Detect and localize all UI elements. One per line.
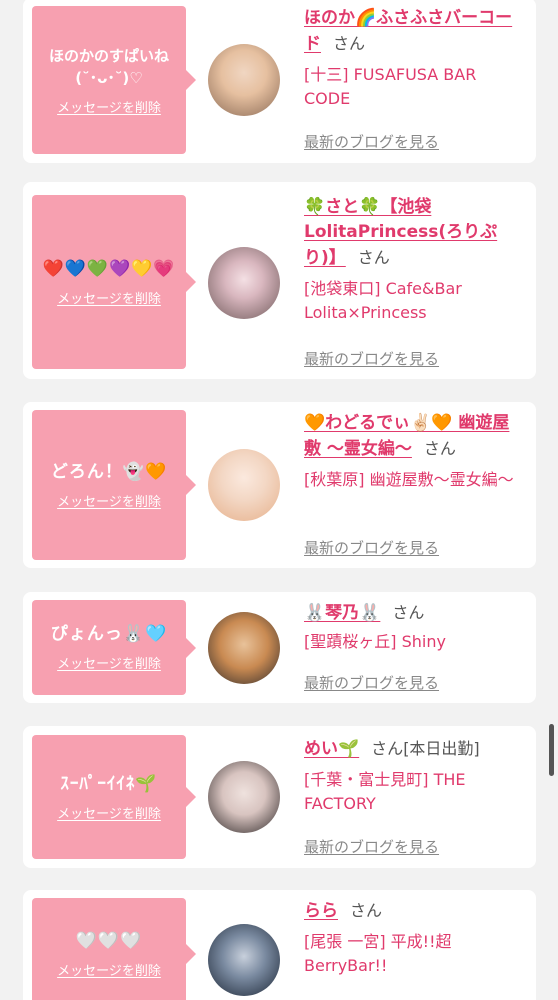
favorite-card: ぴょんっ🐰🩵 メッセージを削除 🐰琴乃🐰 さん [聖蹟桜ヶ丘] Shiny 最新の… xyxy=(23,592,536,703)
name-line: 🧡わどるでぃ✌🏻🧡 幽遊屋敷 〜霊女編〜 さん xyxy=(304,411,526,462)
message-text: どろん！👻🧡 xyxy=(50,461,168,482)
shop-name: [尾張 一宮] 平成!!超BerryBar!! xyxy=(304,932,452,975)
latest-blog-link[interactable]: 最新のブログを見る xyxy=(304,131,439,152)
delete-message-link[interactable]: メッセージを削除 xyxy=(57,491,161,510)
message-bubble: どろん！👻🧡 メッセージを削除 xyxy=(32,410,196,560)
delete-message-link[interactable]: メッセージを削除 xyxy=(57,288,161,307)
honorific: さん xyxy=(333,34,366,53)
honorific: さん xyxy=(357,248,390,267)
favorite-list: ほのかのすぱいね (˘･ᴗ･˘)♡ メッセージを削除 ほのか🌈ふさふさバーコード… xyxy=(0,0,558,1000)
message-bubble: ほのかのすぱいね (˘･ᴗ･˘)♡ メッセージを削除 xyxy=(32,6,196,154)
delete-message-link[interactable]: メッセージを削除 xyxy=(57,97,161,116)
message-text: 🤍🤍🤍 xyxy=(75,930,143,951)
latest-blog-link[interactable]: 最新のブログを見る xyxy=(304,672,439,693)
avatar[interactable] xyxy=(208,612,280,684)
favorite-card: ほのかのすぱいね (˘･ᴗ･˘)♡ メッセージを削除 ほのか🌈ふさふさバーコード… xyxy=(23,0,536,163)
shop-name: [秋葉原] 幽遊屋敷〜霊女編〜 xyxy=(304,470,514,489)
honorific: さん xyxy=(371,739,404,758)
latest-blog-link[interactable]: 最新のブログを見る xyxy=(304,537,439,558)
message-bubble: ｽｰﾊﾟｰｲｲﾈ🌱 メッセージを削除 xyxy=(32,735,196,859)
honorific: さん xyxy=(350,901,383,920)
status-badge: [本日出勤] xyxy=(403,739,480,758)
latest-blog-link[interactable]: 最新のブログを見る xyxy=(304,348,439,369)
cast-name-link[interactable]: 🍀さと🍀【池袋LolitaPrincess(ろりぷり)】 xyxy=(304,197,497,268)
avatar[interactable] xyxy=(208,924,280,996)
latest-blog-link[interactable]: 最新のブログを見る xyxy=(304,836,439,857)
cast-info: 🧡わどるでぃ✌🏻🧡 幽遊屋敷 〜霊女編〜 さん [秋葉原] 幽遊屋敷〜霊女編〜 xyxy=(304,411,526,492)
cast-info: 🐰琴乃🐰 さん [聖蹟桜ヶ丘] Shiny xyxy=(304,600,526,654)
name-line: 🍀さと🍀【池袋LolitaPrincess(ろりぷり)】 さん xyxy=(304,195,526,271)
cast-info: めい🌱 さん[本日出勤] [千葉・富士見町] THE FACTORY xyxy=(304,736,526,816)
delete-message-link[interactable]: メッセージを削除 xyxy=(57,803,161,822)
name-line: めい🌱 さん[本日出勤] xyxy=(304,736,526,762)
message-bubble: 🤍🤍🤍 メッセージを削除 xyxy=(32,898,196,1000)
shop-name: [十三] FUSAFUSA BAR CODE xyxy=(304,65,477,108)
shop-name: [池袋東口] Cafe&Bar Lolita×Princess xyxy=(304,279,462,322)
message-text: ｽｰﾊﾟｰｲｲﾈ🌱 xyxy=(60,773,158,794)
delete-message-link[interactable]: メッセージを削除 xyxy=(57,960,161,979)
cast-name-link[interactable]: 🧡わどるでぃ✌🏻🧡 幽遊屋敷 〜霊女編〜 xyxy=(304,413,509,459)
name-line: 🐰琴乃🐰 さん xyxy=(304,600,526,626)
message-text: ほのかのすぱいね (˘･ᴗ･˘)♡ xyxy=(48,46,169,87)
cast-info: らら さん [尾張 一宮] 平成!!超BerryBar!! xyxy=(304,898,526,978)
cast-name-link[interactable]: 🐰琴乃🐰 xyxy=(304,603,380,623)
cast-name-link[interactable]: らら xyxy=(304,901,338,921)
message-bubble: ❤️💙💚💜💛💗 メッセージを削除 xyxy=(32,195,196,369)
message-text: ぴょんっ🐰🩵 xyxy=(50,624,168,644)
favorite-card: ❤️💙💚💜💛💗 メッセージを削除 🍀さと🍀【池袋LolitaPrincess(ろ… xyxy=(23,182,536,379)
message-bubble: ぴょんっ🐰🩵 メッセージを削除 xyxy=(32,600,196,695)
cast-name-link[interactable]: めい🌱 xyxy=(304,739,359,759)
avatar[interactable] xyxy=(208,44,280,116)
name-line: ほのか🌈ふさふさバーコード さん xyxy=(304,6,526,57)
favorite-card: ｽｰﾊﾟｰｲｲﾈ🌱 メッセージを削除 めい🌱 さん[本日出勤] [千葉・富士見町]… xyxy=(23,726,536,868)
favorite-card: 🤍🤍🤍 メッセージを削除 らら さん [尾張 一宮] 平成!!超BerryBar!… xyxy=(23,890,536,1000)
message-text: ❤️💙💚💜💛💗 xyxy=(42,258,176,279)
avatar[interactable] xyxy=(208,761,280,833)
avatar[interactable] xyxy=(208,247,280,319)
favorite-card: どろん！👻🧡 メッセージを削除 🧡わどるでぃ✌🏻🧡 幽遊屋敷 〜霊女編〜 さん [… xyxy=(23,402,536,568)
name-line: らら さん xyxy=(304,898,526,924)
honorific: さん xyxy=(392,603,425,622)
shop-name: [聖蹟桜ヶ丘] Shiny xyxy=(304,632,446,651)
cast-info: 🍀さと🍀【池袋LolitaPrincess(ろりぷり)】 さん [池袋東口] Ca… xyxy=(304,195,526,325)
delete-message-link[interactable]: メッセージを削除 xyxy=(57,653,161,672)
honorific: さん xyxy=(423,439,456,458)
avatar[interactable] xyxy=(208,449,280,521)
shop-name: [千葉・富士見町] THE FACTORY xyxy=(304,770,466,813)
scrollbar[interactable] xyxy=(549,724,554,776)
cast-info: ほのか🌈ふさふさバーコード さん [十三] FUSAFUSA BAR CODE xyxy=(304,6,526,111)
